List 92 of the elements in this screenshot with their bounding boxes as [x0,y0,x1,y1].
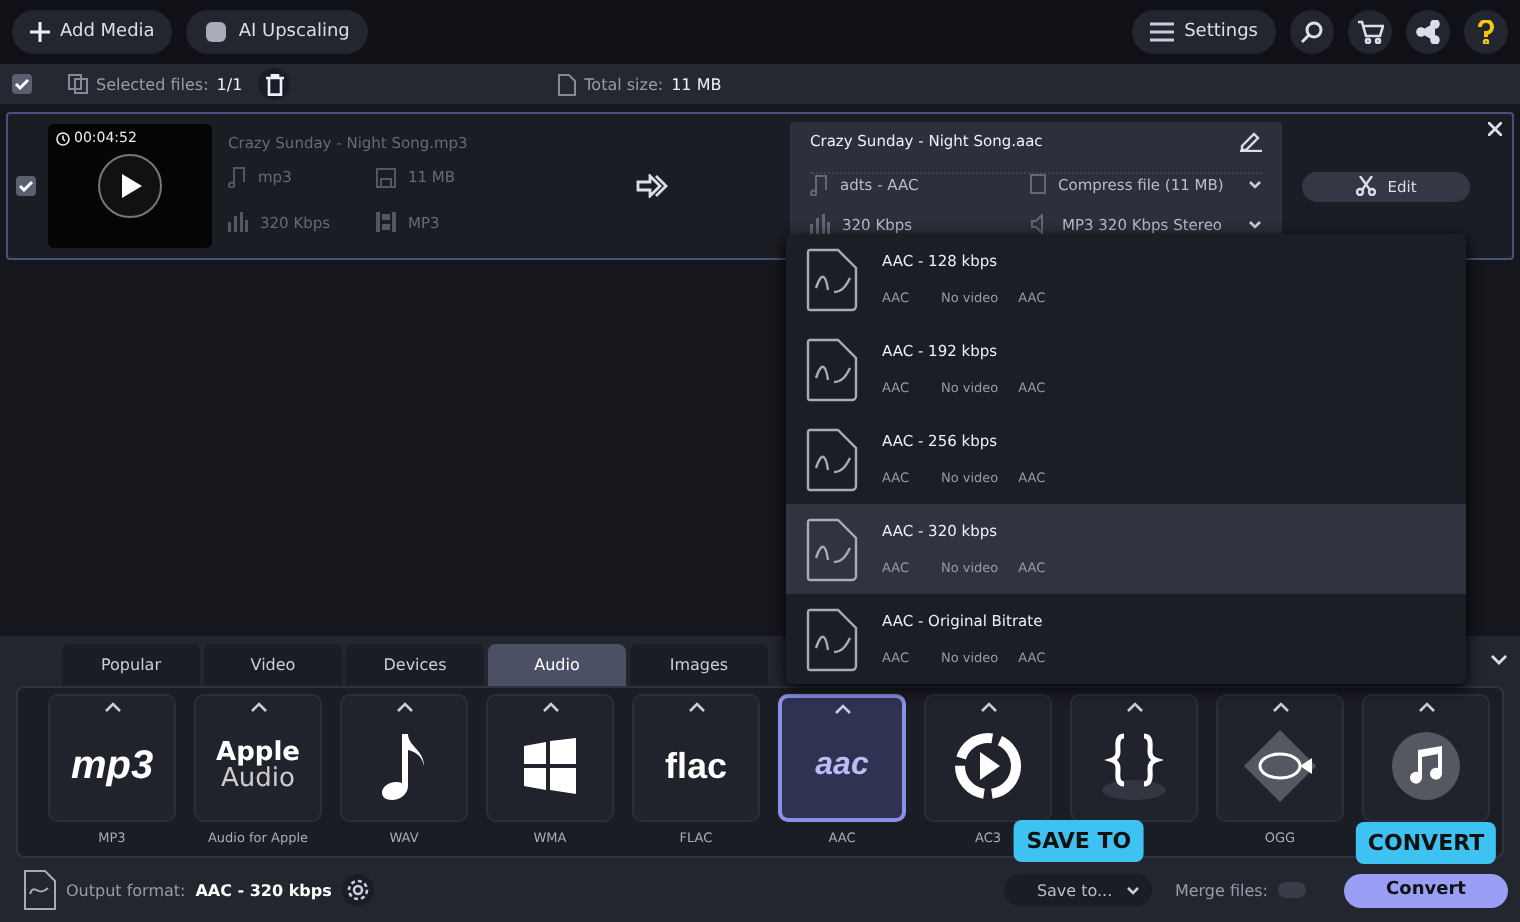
format-tile[interactable]: Apple Audio [194,694,322,822]
ai-upscaling-button[interactable]: AI Upscaling [186,10,368,54]
settings-icon [345,878,370,902]
output-format-label: Output format: [66,881,186,899]
file-checkbox[interactable] [16,176,36,196]
aac-file-icon [806,607,858,671]
save-to-dropdown[interactable]: Save to... [1004,874,1153,906]
pencil-icon[interactable] [1240,130,1262,152]
convert-button[interactable]: Convert [1344,873,1508,907]
aac-file-icon [806,427,858,491]
music-note-icon [810,173,828,195]
cart-button[interactable] [1348,10,1392,54]
format-tile[interactable] [924,694,1052,822]
convert-arrow-icon [636,174,668,198]
bars-icon [810,214,830,234]
format-tab[interactable]: Audio [488,644,626,686]
select-all-checkbox[interactable] [12,74,32,94]
question-mark-icon [1478,20,1494,44]
clock-icon [56,131,70,145]
format-tab[interactable]: Images [630,644,768,686]
format-tile[interactable]: mp3 [48,694,176,822]
document-icon [558,73,577,95]
mp3-logo: mp3 [70,743,154,789]
format-tab[interactable]: Popular [62,644,200,686]
chevron-up-icon [687,702,705,712]
aac-logo: aac [815,748,869,784]
windows-logo-icon [520,736,580,796]
fish-icon [1240,726,1320,806]
audio-file-icon [24,870,56,910]
format-tile[interactable] [486,694,614,822]
close-icon [1488,122,1502,136]
flac-logo: flac [664,745,728,787]
close-button[interactable] [1486,120,1504,138]
aac-file-icon [806,247,858,311]
play-button[interactable] [98,154,162,218]
settings-button[interactable] [341,874,374,906]
film-icon [376,212,396,232]
add-media-button[interactable]: Add Media [12,10,173,54]
selected-files-label: Selected files: [96,75,209,93]
merge-files-toggle[interactable] [1278,882,1306,898]
format-tile[interactable]: aac [778,694,906,822]
chevron-down-icon [1248,179,1262,189]
format-tile[interactable]: flac [632,694,760,822]
chevron-up-icon [103,702,121,712]
cart-icon [1357,20,1383,44]
help-button[interactable] [1464,10,1508,54]
share-icon [1416,20,1440,44]
music-note-icon [1392,732,1460,800]
selected-files-count: 1/1 [216,75,243,93]
chevron-up-icon [541,702,559,712]
merge-files-label: Merge files: [1174,881,1268,899]
music-note-icon [382,730,426,802]
format-tab[interactable]: Devices [346,644,484,686]
format-tile[interactable] [340,694,468,822]
file-icon [1030,174,1046,194]
play-icon [122,174,142,198]
aac-file-icon [806,517,858,581]
scissors-icon [1355,176,1376,196]
chevron-down-icon[interactable] [1490,654,1508,666]
format-tile[interactable] [1070,694,1198,822]
sliders-icon [1150,22,1175,42]
chevron-down-icon [1248,219,1262,229]
settings-button[interactable]: Settings [1132,10,1276,54]
convert-callout: CONVERT [1355,821,1497,863]
aac-file-icon [806,337,858,401]
files-icon [68,74,88,94]
play-circle-icon [952,730,1024,802]
apple-audio-logo: Apple Audio [216,740,300,792]
plus-icon [30,22,50,42]
search-icon [1300,20,1324,44]
delete-button[interactable] [258,68,291,100]
chevron-up-icon [1417,702,1435,712]
format-tile[interactable] [1216,694,1344,822]
chevron-up-icon [979,702,997,712]
total-size-label: Total size: [584,75,664,93]
chevron-up-icon [395,702,413,712]
chevron-up-icon [833,704,851,714]
trash-icon [265,73,284,95]
braces-icon [1098,728,1170,804]
chevron-up-icon [1271,702,1289,712]
save-to-callout: SAVE TO [1014,820,1144,862]
music-note-icon [228,166,246,188]
total-size-value: 11 MB [671,75,722,93]
output-format-value: AAC - 320 kbps [195,881,332,899]
search-button[interactable] [1290,10,1334,54]
format-tab[interactable]: Video [204,644,342,686]
share-button[interactable] [1406,10,1450,54]
bars-icon [228,212,248,232]
chevron-down-icon [1126,885,1141,895]
chevron-up-icon [1125,702,1143,712]
chevron-up-icon [249,702,267,712]
format-tile[interactable] [1362,694,1490,822]
